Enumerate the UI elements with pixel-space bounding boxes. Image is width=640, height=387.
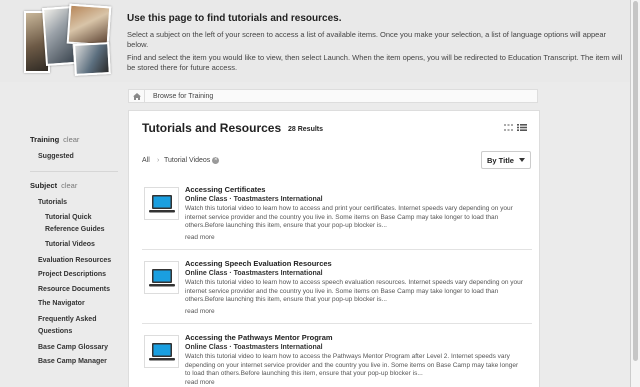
- item-thumbnail: [144, 187, 179, 220]
- collage-photo: [73, 42, 111, 76]
- clear-subject-link[interactable]: clear: [61, 181, 77, 190]
- instructions-text: Find and select the item you would like …: [127, 53, 623, 72]
- results-panel: Tutorials and Resources 28 Results All ›…: [128, 110, 540, 387]
- page-header: Use this page to find tutorials and reso…: [0, 0, 640, 82]
- instructions-text: Select a subject on the left of your scr…: [127, 30, 607, 49]
- sidebar-divider: [30, 171, 118, 172]
- list-item[interactable]: Accessing Certificates Online Class · To…: [142, 183, 532, 251]
- scrollbar-thumb[interactable]: [633, 1, 638, 361]
- subject-label: Subject: [30, 181, 58, 190]
- active-filter-chip: Tutorial Videos ×: [164, 157, 220, 164]
- panel-title: Tutorials and Resources: [142, 121, 282, 135]
- training-label: Training: [30, 135, 60, 144]
- clear-training-link[interactable]: clear: [63, 135, 79, 144]
- sidebar-item-base-camp-glossary[interactable]: Base Camp Glossary: [38, 342, 108, 354]
- item-title[interactable]: Accessing Certificates: [185, 185, 265, 194]
- list-item[interactable]: Accessing the Pathways Mentor Program On…: [142, 331, 532, 387]
- item-description: Watch this tutorial video to learn how t…: [185, 279, 523, 304]
- training-filter-heading: Training clear: [30, 135, 79, 144]
- filter-separator: ›: [157, 157, 160, 164]
- sidebar-item-project-descriptions[interactable]: Project Descriptions: [38, 269, 106, 281]
- sidebar-item-base-camp-manager[interactable]: Base Camp Manager: [38, 356, 107, 368]
- subject-filter-heading: Subject clear: [30, 181, 77, 190]
- grid-view-icon[interactable]: [504, 124, 513, 131]
- header-image-collage: [24, 3, 112, 77]
- read-more-link[interactable]: read more: [185, 308, 215, 315]
- list-item[interactable]: Accessing Speech Evaluation Resources On…: [142, 257, 532, 325]
- remove-filter-icon[interactable]: ×: [212, 157, 220, 164]
- item-type: Online Class · Toastmasters Internationa…: [185, 344, 323, 351]
- home-icon[interactable]: [129, 90, 145, 102]
- item-provider: Toastmasters International: [233, 196, 323, 203]
- read-more-link[interactable]: read more: [185, 379, 215, 386]
- item-divider: [142, 249, 532, 250]
- item-description: Watch this tutorial video to learn how t…: [185, 353, 519, 378]
- collage-photo: [66, 3, 112, 47]
- caret-down-icon: [518, 158, 525, 162]
- item-type: Online Class · Toastmasters Internationa…: [185, 270, 323, 277]
- item-thumbnail: [144, 335, 179, 368]
- item-title[interactable]: Accessing Speech Evaluation Resources: [185, 259, 332, 268]
- sidebar-item-faq[interactable]: Frequently Asked: [38, 314, 96, 326]
- laptop-icon: [148, 194, 175, 212]
- item-divider: [142, 323, 532, 324]
- item-title[interactable]: Accessing the Pathways Mentor Program: [185, 333, 333, 342]
- item-type: Online Class · Toastmasters Internationa…: [185, 196, 323, 203]
- sidebar-item-suggested[interactable]: Suggested: [38, 151, 74, 163]
- read-more-link[interactable]: read more: [185, 234, 215, 241]
- sort-label: By Title: [487, 155, 514, 165]
- item-type-label: Online Class: [185, 344, 228, 351]
- results-count: 28 Results: [288, 126, 324, 133]
- item-provider: Toastmasters International: [233, 270, 323, 277]
- sidebar-item-tutorial-quick[interactable]: Tutorial Quick: [45, 212, 92, 224]
- item-description: Watch this tutorial video to learn how t…: [185, 205, 513, 230]
- item-provider: Toastmasters International: [233, 344, 323, 351]
- filter-all-link[interactable]: All: [142, 157, 150, 164]
- sidebar-item-tutorials[interactable]: Tutorials: [38, 197, 67, 209]
- sidebar-item-the-navigator[interactable]: The Navigator: [38, 298, 85, 310]
- sidebar-item-reference-guides[interactable]: Reference Guides: [45, 224, 105, 236]
- page-scrollbar[interactable]: [630, 0, 640, 387]
- sort-dropdown[interactable]: By Title: [481, 151, 531, 169]
- laptop-icon: [148, 342, 175, 360]
- item-type-label: Online Class: [185, 270, 228, 277]
- list-view-icon[interactable]: [517, 124, 527, 131]
- page-heading: Use this page to find tutorials and reso…: [127, 13, 342, 24]
- sidebar-item-tutorial-videos[interactable]: Tutorial Videos: [45, 239, 95, 251]
- sidebar-item-resource-documents[interactable]: Resource Documents: [38, 284, 110, 296]
- item-thumbnail: [144, 261, 179, 294]
- sidebar-item-faq-continued[interactable]: Questions: [38, 326, 72, 338]
- laptop-icon: [148, 268, 175, 286]
- breadcrumb-item[interactable]: Browse for Training: [153, 93, 213, 100]
- breadcrumb: Browse for Training: [128, 89, 538, 103]
- active-filter-label: Tutorial Videos: [164, 157, 211, 164]
- item-type-label: Online Class: [185, 196, 228, 203]
- sidebar-item-evaluation-resources[interactable]: Evaluation Resources: [38, 255, 111, 267]
